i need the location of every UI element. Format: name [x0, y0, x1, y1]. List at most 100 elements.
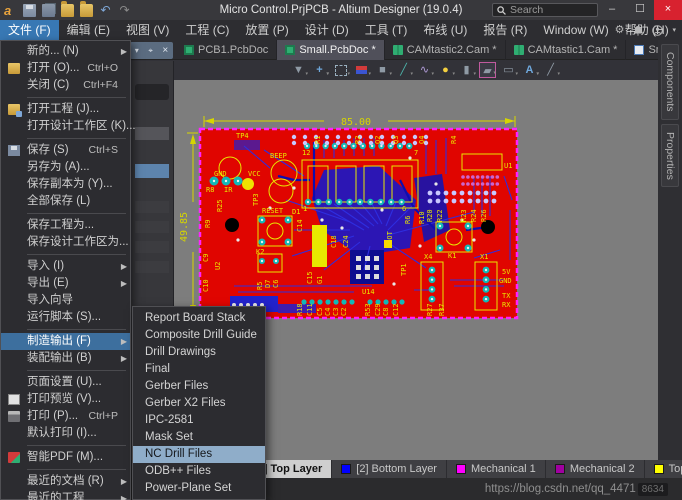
menu-item-label: 保存副本为 (Y)...	[27, 176, 113, 193]
document-tab[interactable]: Small.PcbDoc *	[277, 40, 384, 60]
panel-tab-components[interactable]: Components	[661, 44, 679, 120]
file-menu-item[interactable]: 页面设置 (U)...	[1, 374, 130, 391]
document-tab[interactable]: CAMtastic2.Cam *	[385, 40, 506, 60]
filter-icon[interactable]: ▼	[290, 62, 307, 78]
file-menu-item[interactable]: 保存工程为...	[1, 217, 130, 234]
silkscreen-label: C3	[332, 308, 340, 316]
document-tab[interactable]: CAMtastic1.Cam *	[506, 40, 627, 60]
board-layers-icon[interactable]	[353, 62, 370, 78]
via-icon[interactable]: ●	[437, 62, 454, 78]
minimize-button[interactable]: –	[598, 0, 626, 20]
file-menu-item[interactable]: 打开工程 (J)...	[1, 101, 130, 118]
user-menu-caret-icon[interactable]: ▾	[672, 26, 676, 34]
file-menu-item[interactable]: 导出 (E)▶	[1, 275, 130, 292]
fab-output-item[interactable]: Gerber X2 Files	[133, 395, 265, 412]
open-project-icon[interactable]	[80, 4, 93, 17]
fab-output-item[interactable]: Composite Drill Guide	[133, 327, 265, 344]
silkscreen-label: Q4	[418, 136, 426, 144]
pin-icon[interactable]: ⌖	[148, 46, 153, 56]
file-menu-item[interactable]: 运行脚本 (S)...	[1, 309, 130, 326]
fab-output-item[interactable]: NC Drill Files	[133, 446, 265, 463]
file-menu-item[interactable]: 最近的工程▶	[1, 490, 130, 500]
file-menu-item[interactable]: 保存 (S)Ctrl+S	[1, 142, 130, 159]
silkscreen-label: RESET	[262, 207, 284, 215]
chevron-down-icon[interactable]: ▾	[135, 46, 139, 55]
fab-output-item[interactable]: Power-Plane Set	[133, 480, 265, 497]
document-tab[interactable]: PCB1.PcbDoc	[176, 40, 277, 60]
fab-output-item[interactable]: Gerber Files	[133, 378, 265, 395]
menubar-item[interactable]: 放置 (P)	[237, 20, 296, 40]
menubar-item[interactable]: 编辑 (E)	[59, 20, 118, 40]
fab-output-item[interactable]: Mask Set	[133, 429, 265, 446]
submenu-arrow-icon: ▶	[121, 333, 127, 350]
panel-item-selected[interactable]	[135, 164, 169, 178]
file-menu-item[interactable]: 智能PDF (M)...	[1, 449, 130, 466]
layer-color-swatch	[456, 464, 466, 474]
close-icon[interactable]: ×	[162, 45, 168, 56]
layer-tab[interactable]: Mechanical 2	[546, 460, 645, 478]
file-menu-item[interactable]: 全部保存 (L)	[1, 193, 130, 210]
menu-separator	[27, 97, 126, 98]
notifications-bell-icon[interactable]	[633, 25, 643, 36]
room-icon[interactable]: ▭	[500, 62, 517, 78]
pad-icon[interactable]: ▮	[458, 62, 475, 78]
file-menu-item[interactable]: 保存设计工作区为...	[1, 234, 130, 251]
undo-icon[interactable]: ↶	[99, 4, 112, 17]
menubar-item[interactable]: 文件 (F)	[0, 20, 59, 40]
menu-item-label: 另存为 (A)...	[27, 159, 90, 176]
file-menu-item[interactable]: 装配输出 (B)▶	[1, 350, 130, 367]
interactive-route-icon[interactable]: ∿	[416, 62, 433, 78]
fab-output-item[interactable]: IPC-2581	[133, 412, 265, 429]
file-menu-item[interactable]: 导入 (I)▶	[1, 258, 130, 275]
silkscreen-label: D1	[292, 208, 300, 216]
menubar-item[interactable]: Window (W)	[535, 20, 616, 40]
open-document-icon[interactable]	[61, 4, 74, 17]
file-menu-item[interactable]: 打印 (P)...Ctrl+P	[1, 408, 130, 425]
layer-tab[interactable]: Top Overlay	[645, 460, 682, 478]
user-account-icon[interactable]	[652, 25, 663, 36]
silkscreen-label: BEEP	[270, 152, 287, 160]
menu-item-label: 保存 (S)	[27, 142, 69, 159]
file-menu-item[interactable]: 新的... (N)▶	[1, 43, 130, 60]
move-icon[interactable]: +	[311, 62, 328, 78]
polygon-pour-icon[interactable]: ▰	[479, 62, 496, 78]
settings-gear-icon[interactable]: ⚙	[615, 20, 625, 40]
save-icon[interactable]	[23, 4, 36, 17]
watermark-badge: 8634	[638, 483, 668, 496]
file-menu-item[interactable]: 制造输出 (F)▶	[1, 333, 130, 350]
file-menu-item[interactable]: 导入向导	[1, 292, 130, 309]
menubar-item[interactable]: 布线 (U)	[415, 20, 475, 40]
search-input[interactable]	[510, 4, 590, 16]
fab-output-item[interactable]: ODB++ Files	[133, 463, 265, 480]
file-menu-item[interactable]: 打印预览 (V)...	[1, 391, 130, 408]
fab-output-item[interactable]: Drill Drawings	[133, 344, 265, 361]
file-menu-item[interactable]: 另存为 (A)...	[1, 159, 130, 176]
fab-output-item[interactable]: Final	[133, 361, 265, 378]
layer-tab[interactable]: [2] Bottom Layer	[332, 460, 447, 478]
menubar-item[interactable]: 视图 (V)	[118, 20, 177, 40]
select-icon[interactable]	[332, 62, 349, 78]
file-menu-item[interactable]: 最近的文档 (R)▶	[1, 473, 130, 490]
save-all-icon[interactable]	[42, 4, 55, 17]
menubar-item[interactable]: 报告 (R)	[475, 20, 535, 40]
measure-icon[interactable]: ╱	[395, 62, 412, 78]
menubar-item[interactable]: 工程 (C)	[177, 20, 237, 40]
file-menu-item[interactable]: 关闭 (C)Ctrl+F4	[1, 77, 130, 94]
close-button[interactable]: ×	[654, 0, 682, 20]
fab-output-item[interactable]: Report Board Stack	[133, 310, 265, 327]
watermark-url: https://blog.csdn.net/qq_4471	[485, 483, 636, 495]
file-menu-item[interactable]: 打开设计工作区 (K)...	[1, 118, 130, 135]
layer-tab[interactable]: Mechanical 1	[447, 460, 546, 478]
fill-icon[interactable]: ■	[374, 62, 391, 78]
search-box[interactable]	[492, 3, 598, 17]
file-menu-item[interactable]: 默认打印 (I)...	[1, 425, 130, 442]
file-menu-item[interactable]: 保存副本为 (Y)...	[1, 176, 130, 193]
menubar-item[interactable]: 工具 (T)	[357, 20, 416, 40]
redo-icon[interactable]: ↷	[118, 4, 131, 17]
menubar-item[interactable]: 设计 (D)	[297, 20, 357, 40]
line-icon[interactable]: ╱	[542, 62, 559, 78]
string-icon[interactable]: A	[521, 62, 538, 78]
file-menu-item[interactable]: 打开 (O)...Ctrl+O	[1, 60, 130, 77]
panel-tab-properties[interactable]: Properties	[661, 124, 679, 188]
maximize-button[interactable]: ☐	[626, 0, 654, 20]
